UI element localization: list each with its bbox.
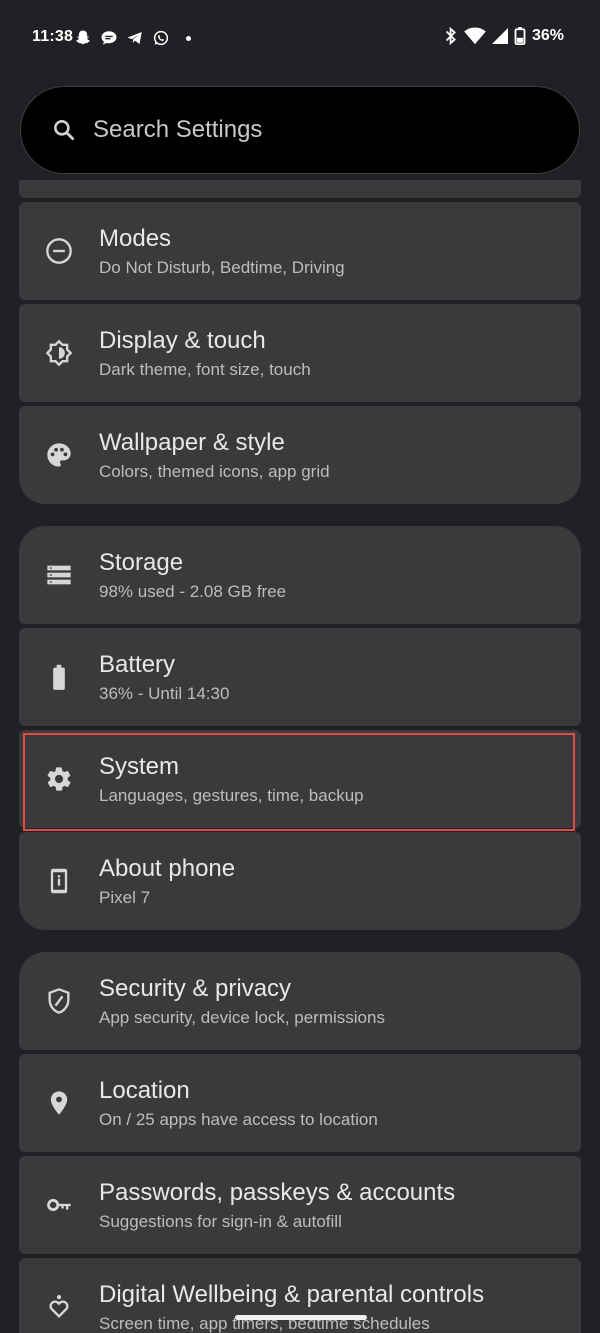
- snapchat-icon: [76, 30, 90, 45]
- storage-icon: [19, 561, 99, 589]
- more-notifications-dot: [186, 35, 191, 41]
- do-not-disturb-icon: [19, 237, 99, 265]
- chat-bubble-icon: [101, 31, 117, 45]
- phone-info-icon: [19, 867, 99, 895]
- settings-item-about-phone[interactable]: About phone Pixel 7: [19, 832, 581, 930]
- shield-icon: [19, 987, 99, 1015]
- gesture-nav-handle[interactable]: [235, 1315, 367, 1320]
- settings-item-subtitle: Suggestions for sign-in & autofill: [99, 1212, 342, 1231]
- settings-item-security[interactable]: Security & privacy App security, device …: [19, 952, 581, 1050]
- settings-item-wallpaper[interactable]: Wallpaper & style Colors, themed icons, …: [19, 406, 581, 504]
- telegram-icon: [127, 32, 142, 44]
- settings-item-title: Storage: [99, 549, 184, 576]
- location-pin-icon: [19, 1089, 99, 1117]
- settings-item-subtitle: Do Not Disturb, Bedtime, Driving: [99, 258, 345, 277]
- settings-item-display[interactable]: Display & touch Dark theme, font size, t…: [19, 304, 581, 402]
- settings-item-subtitle: Dark theme, font size, touch: [99, 360, 311, 379]
- settings-item-title: About phone: [99, 855, 236, 882]
- settings-item-subtitle: 98% used - 2.08 GB free: [99, 582, 287, 601]
- settings-item-modes[interactable]: Modes Do Not Disturb, Bedtime, Driving: [19, 202, 581, 300]
- settings-item-title: Security & privacy: [99, 975, 292, 1002]
- settings-item-title: Wallpaper & style: [99, 429, 285, 456]
- search-placeholder: Search Settings: [93, 116, 263, 143]
- brightness-icon: [19, 339, 99, 367]
- settings-item-passwords[interactable]: Passwords, passkeys & accounts Suggestio…: [19, 1156, 581, 1254]
- battery-icon: [19, 663, 99, 691]
- settings-item-title: Location: [99, 1077, 190, 1104]
- settings-item-subtitle: 36% - Until 14:30: [99, 684, 230, 703]
- settings-group-personalization: Modes Do Not Disturb, Bedtime, Driving D…: [19, 202, 581, 504]
- wellbeing-heart-icon: [19, 1293, 99, 1321]
- settings-item-title: Battery: [99, 651, 176, 678]
- bluetooth-icon: [445, 27, 456, 45]
- system-status-icons: 36%: [444, 27, 564, 45]
- settings-group-device: Storage 98% used - 2.08 GB free Battery …: [19, 526, 581, 930]
- previous-card-edge: [19, 180, 581, 198]
- notification-icons: [74, 29, 191, 47]
- settings-item-title: Passwords, passkeys & accounts: [99, 1179, 456, 1206]
- wifi-icon: [464, 27, 486, 45]
- settings-item-storage[interactable]: Storage 98% used - 2.08 GB free: [19, 526, 581, 624]
- settings-group-security: Security & privacy App security, device …: [19, 952, 581, 1333]
- settings-item-subtitle: App security, device lock, permissions: [99, 1008, 385, 1027]
- settings-item-subtitle: Languages, gestures, time, backup: [99, 786, 364, 805]
- palette-icon: [19, 441, 99, 469]
- status-bar: 11:38 36%: [0, 0, 600, 76]
- settings-item-battery[interactable]: Battery 36% - Until 14:30: [19, 628, 581, 726]
- settings-item-subtitle: Colors, themed icons, app grid: [99, 462, 330, 481]
- search-icon: [54, 120, 75, 141]
- settings-item-title: Display & touch: [99, 327, 266, 354]
- settings-item-subtitle: On / 25 apps have access to location: [99, 1110, 378, 1129]
- settings-item-location[interactable]: Location On / 25 apps have access to loc…: [19, 1054, 581, 1152]
- key-icon: [19, 1191, 99, 1219]
- settings-item-title: System: [99, 753, 180, 780]
- settings-item-digital-wellbeing[interactable]: Digital Wellbeing & parental controls Sc…: [19, 1258, 581, 1333]
- settings-item-title: Digital Wellbeing & parental controls: [99, 1281, 485, 1308]
- battery-icon: [514, 27, 526, 45]
- search-settings-bar[interactable]: Search Settings: [20, 86, 580, 174]
- settings-item-system[interactable]: System Languages, gestures, time, backup: [19, 730, 581, 828]
- battery-percent: 36%: [531, 27, 564, 44]
- settings-item-subtitle: Pixel 7: [99, 888, 151, 907]
- status-time: 11:38: [32, 28, 74, 45]
- settings-item-title: Modes: [99, 225, 172, 252]
- cell-signal-icon: [491, 28, 508, 44]
- whatsapp-icon: [153, 30, 169, 46]
- gear-icon: [19, 765, 99, 793]
